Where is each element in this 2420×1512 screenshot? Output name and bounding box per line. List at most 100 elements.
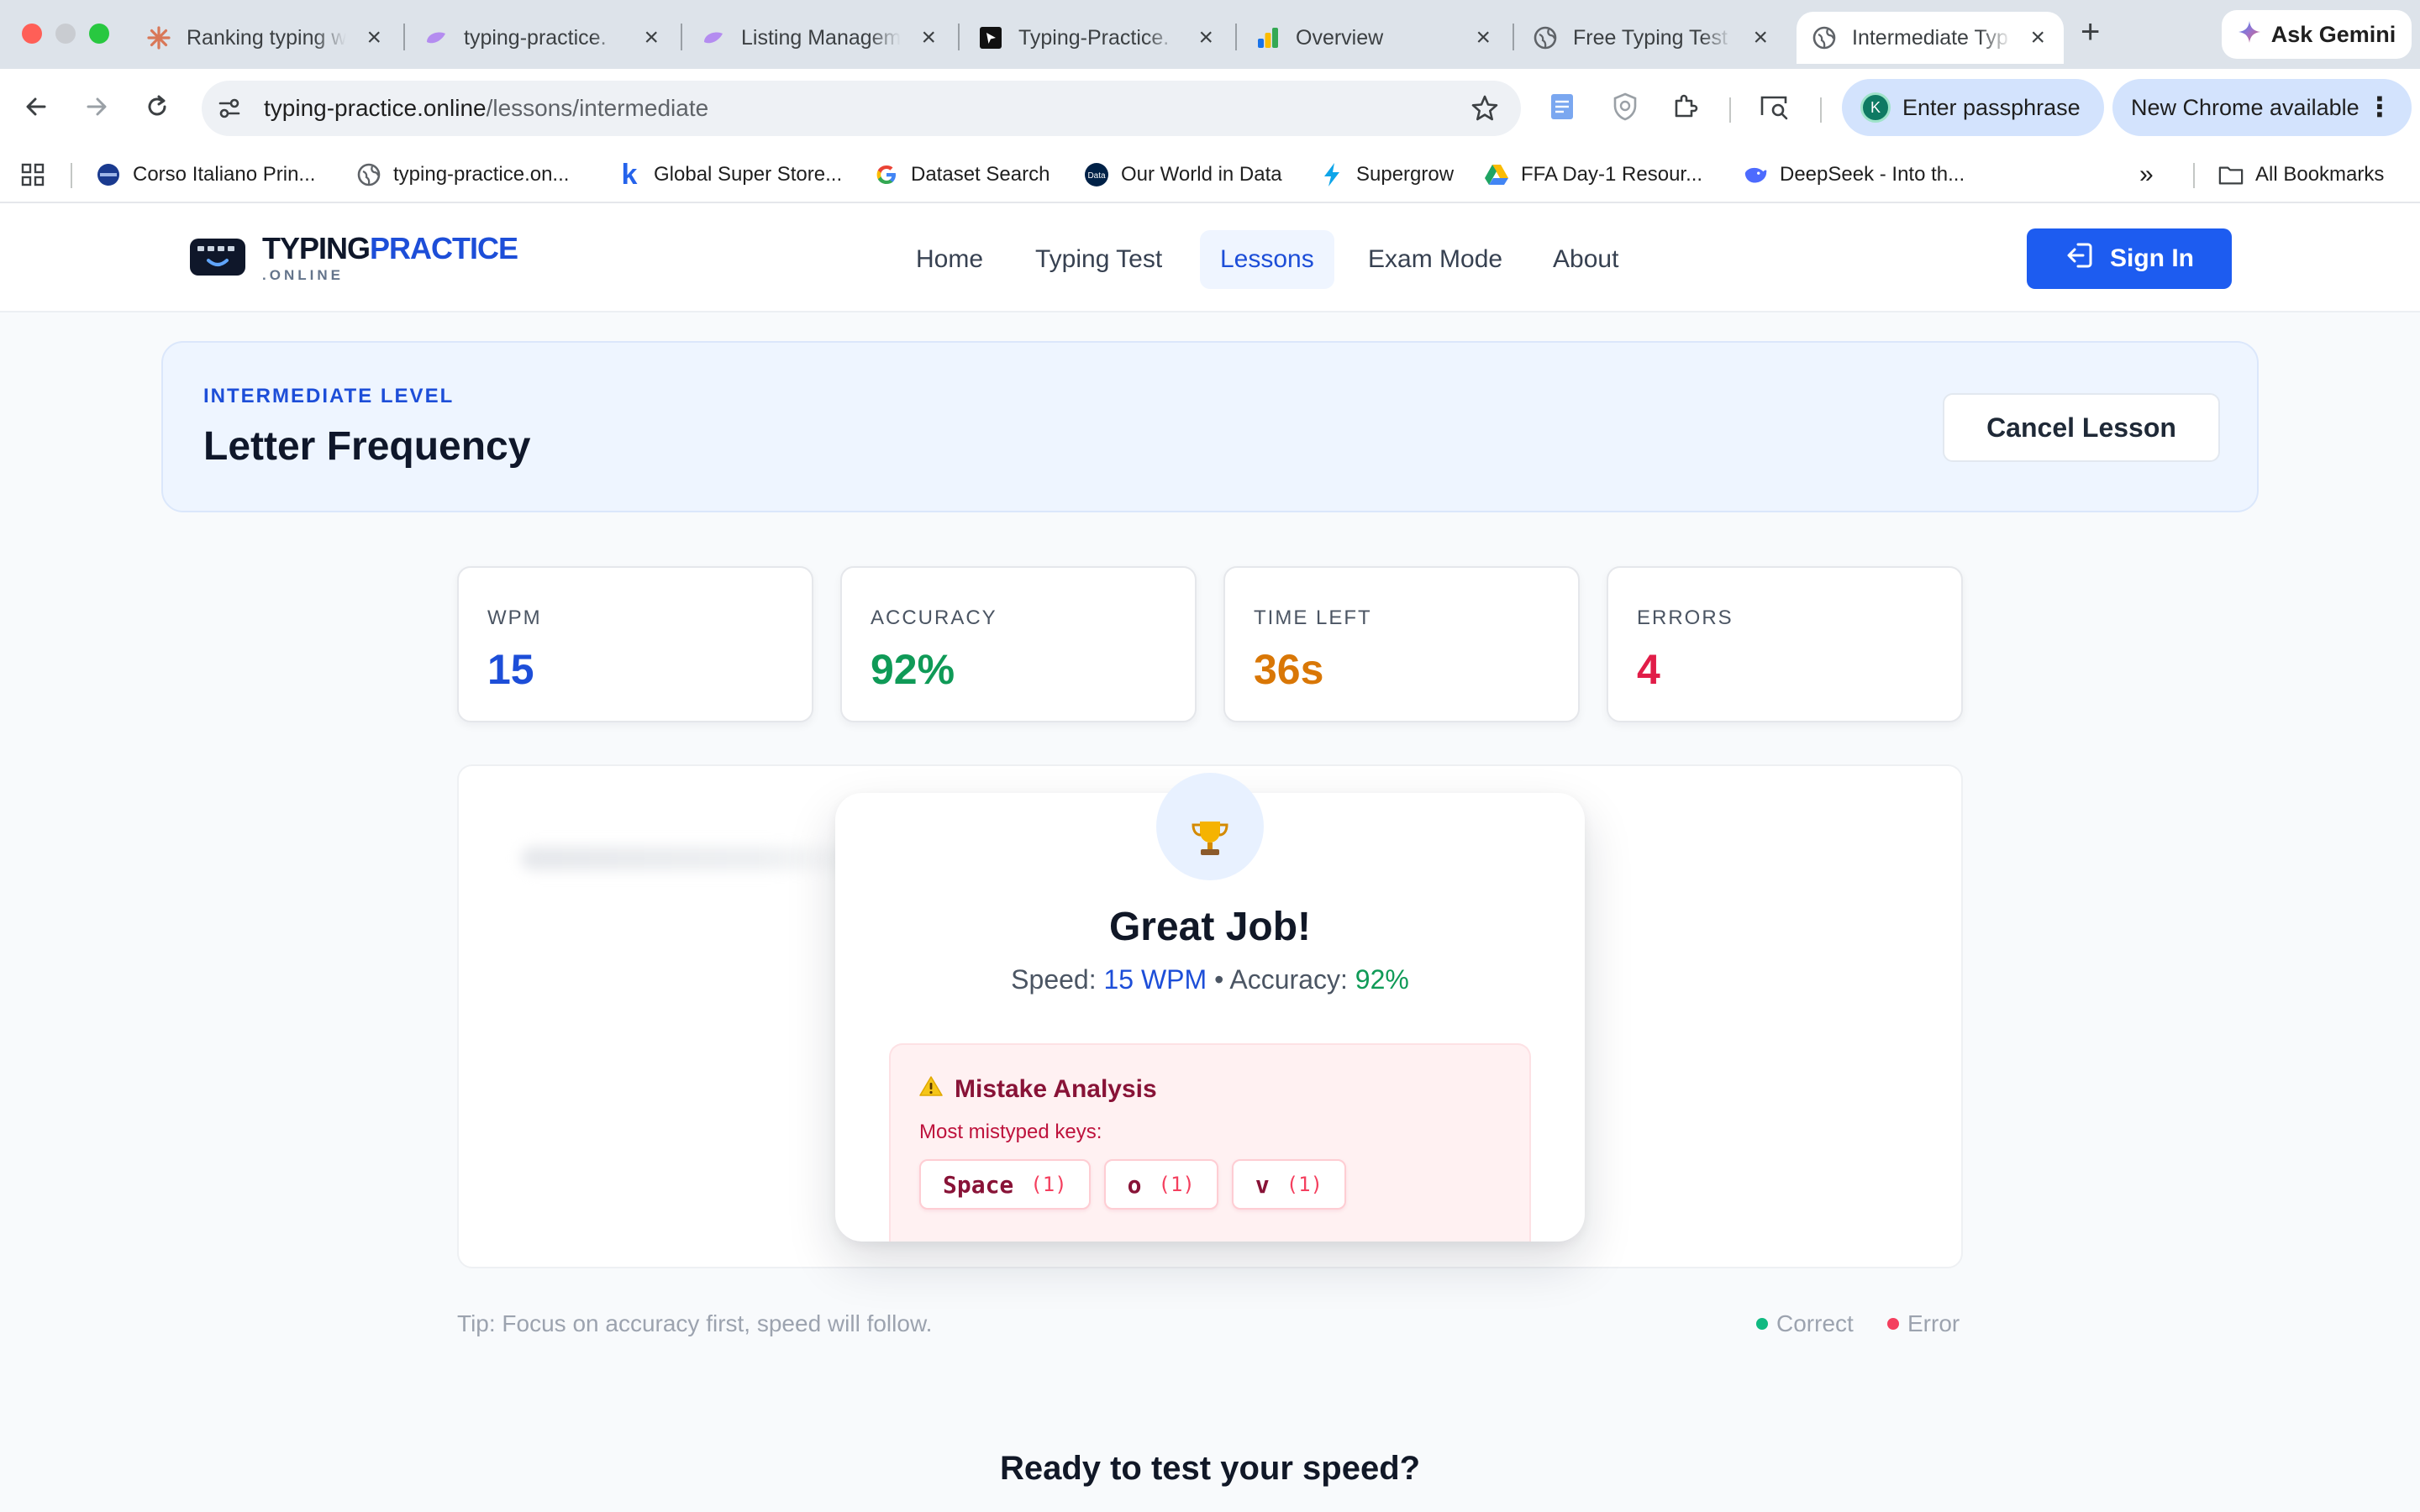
forward-arrow-icon[interactable] xyxy=(77,87,116,126)
tab-close-icon[interactable]: × xyxy=(366,24,381,52)
drive-icon xyxy=(1484,162,1509,187)
mistake-analysis-subtitle: Most mistyped keys: xyxy=(919,1121,1102,1143)
ready-heading: Ready to test your speed? xyxy=(999,1450,1421,1487)
k-icon: k xyxy=(621,158,638,191)
tab-close-icon[interactable]: × xyxy=(1476,24,1491,52)
globe-icon xyxy=(1533,25,1558,50)
site-logo[interactable]: TYPINGPRACTICE .ONLINE xyxy=(188,234,518,284)
bookmark-1[interactable]: Corso Italiano Prin... xyxy=(96,160,315,190)
blurred-lesson-text xyxy=(521,847,874,870)
logo-text-practice: PRACTICE xyxy=(370,231,518,265)
folder-icon xyxy=(2218,162,2244,187)
bookmark-2[interactable]: typing-practice.on... xyxy=(356,160,569,190)
cancel-lesson-button[interactable]: Cancel Lesson xyxy=(1943,393,2220,462)
cursor-icon xyxy=(978,25,1003,50)
tab-search-icon[interactable] xyxy=(1756,86,1793,128)
mistyped-keys-list: Space (1) o (1) v (1) xyxy=(919,1159,1347,1210)
ask-gemini-button[interactable]: Ask Gemini xyxy=(2222,10,2412,59)
lovable-icon xyxy=(701,25,726,50)
reload-icon[interactable] xyxy=(138,87,176,126)
nav-exam-mode[interactable]: Exam Mode xyxy=(1348,230,1523,289)
url-host: typing-practice.online xyxy=(264,95,487,121)
keyboard-logo-icon xyxy=(188,235,247,283)
browser-tab-1[interactable]: Ranking typing w × xyxy=(131,12,400,64)
site-settings-icon[interactable] xyxy=(217,96,242,127)
browser-tab-4[interactable]: Typing-Practice. × xyxy=(963,12,1232,64)
chrome-update-button[interactable]: New Chrome available ⋮ xyxy=(2112,79,2412,136)
site-header: TYPINGPRACTICE .ONLINE Home Typing Test … xyxy=(0,203,2420,312)
stat-value: 92% xyxy=(871,646,955,693)
tab-close-icon[interactable]: × xyxy=(1198,24,1213,52)
tab-close-icon[interactable]: × xyxy=(644,24,659,52)
profile-avatar: K xyxy=(1860,92,1891,123)
gemini-sparkle-icon xyxy=(2238,20,2261,50)
stat-card-wpm: WPM 15 xyxy=(457,566,813,722)
bookmark-5[interactable]: Data Our World in Data xyxy=(1084,160,1282,190)
bookmark-7[interactable]: FFA Day-1 Resour... xyxy=(1484,160,1702,190)
apps-grid-icon[interactable] xyxy=(20,160,45,190)
maximize-window-icon[interactable] xyxy=(89,24,109,44)
sign-in-button[interactable]: Sign In xyxy=(2027,228,2232,289)
nav-lessons[interactable]: Lessons xyxy=(1200,230,1334,289)
bookmark-6[interactable]: Supergrow xyxy=(1319,160,1454,190)
result-accuracy: 92% xyxy=(1355,964,1409,995)
tab-close-icon[interactable]: × xyxy=(1753,24,1768,52)
nav-about[interactable]: About xyxy=(1533,230,1639,289)
more-bookmarks-chevron-icon[interactable]: » xyxy=(2139,160,2154,190)
browser-tab-5[interactable]: Overview × xyxy=(1240,12,1509,64)
lesson-banner: INTERMEDIATE LEVEL Letter Frequency Canc… xyxy=(161,341,2259,512)
mistake-analysis-title: Mistake Analysis xyxy=(955,1075,1157,1103)
legend-correct: Correct xyxy=(1756,1310,1854,1337)
legend-error: Error xyxy=(1887,1310,1960,1337)
browser-tab-strip: Ranking typing w × typing-practice. × Li… xyxy=(0,0,2420,69)
stat-card-errors: ERRORS 4 xyxy=(1607,566,1963,722)
url-path: /lessons/intermediate xyxy=(486,95,709,121)
result-summary: Speed: 15 WPM • Accuracy: 92% xyxy=(1011,964,1409,995)
address-bar[interactable]: typing-practice.online/lessons/intermedi… xyxy=(202,81,1521,136)
bookmarks-bar: Corso Italiano Prin... typing-practice.o… xyxy=(0,146,2420,203)
nav-home[interactable]: Home xyxy=(896,230,1003,289)
more-menu-icon[interactable]: ⋮ xyxy=(2366,91,2393,123)
tab-close-icon[interactable]: × xyxy=(2030,24,2045,52)
result-modal: Great Job! Speed: 15 WPM • Accuracy: 92%… xyxy=(835,773,1585,1242)
passphrase-button[interactable]: K Enter passphrase xyxy=(1842,79,2104,136)
minimize-window-icon[interactable] xyxy=(55,24,76,44)
browser-tab-2[interactable]: typing-practice. × xyxy=(408,12,677,64)
sign-in-icon xyxy=(2065,240,2095,277)
extensions-puzzle-icon[interactable] xyxy=(1667,86,1704,128)
bookmark-3[interactable]: k Global Super Store... xyxy=(617,158,843,191)
stat-value: 4 xyxy=(1637,646,1660,693)
back-arrow-icon[interactable] xyxy=(17,87,55,126)
new-tab-button[interactable]: + xyxy=(2081,13,2100,51)
shield-extension-icon[interactable] xyxy=(1607,86,1644,128)
mistyped-key-chip: o (1) xyxy=(1103,1159,1218,1210)
all-bookmarks-button[interactable]: All Bookmarks xyxy=(2218,160,2384,190)
globe-icon xyxy=(356,162,381,187)
tab-close-icon[interactable]: × xyxy=(921,24,936,52)
lesson-level: INTERMEDIATE LEVEL xyxy=(203,385,455,407)
browser-tab-3[interactable]: Listing Managem × xyxy=(686,12,955,64)
browser-tab-active[interactable]: Intermediate Typ × xyxy=(1797,12,2064,64)
bookmark-star-icon[interactable] xyxy=(1470,94,1499,129)
logo-subtitle: .ONLINE xyxy=(262,267,344,283)
analytics-icon xyxy=(1255,25,1281,50)
globe-icon xyxy=(1812,25,1837,50)
close-window-icon[interactable] xyxy=(22,24,42,44)
bookmark-4[interactable]: Dataset Search xyxy=(874,160,1050,190)
typing-tip: Tip: Focus on accuracy first, speed will… xyxy=(457,1310,933,1336)
browser-tab-6[interactable]: Free Typing Test × xyxy=(1518,12,1786,64)
bolt-icon xyxy=(1319,162,1344,187)
stat-card-accuracy: ACCURACY 92% xyxy=(840,566,1197,722)
result-speed: 15 WPM xyxy=(1103,964,1207,995)
svg-text:Data: Data xyxy=(1087,171,1106,181)
error-dot-icon xyxy=(1887,1318,1899,1330)
trophy-icon xyxy=(1156,773,1264,880)
stat-card-time-left: TIME LEFT 36s xyxy=(1223,566,1580,722)
notes-extension-icon[interactable] xyxy=(1544,86,1581,128)
bookmark-8[interactable]: DeepSeek - Into th... xyxy=(1743,160,1965,190)
mistake-analysis-panel: Mistake Analysis Most mistyped keys: Spa… xyxy=(889,1043,1531,1242)
nav-typing-test[interactable]: Typing Test xyxy=(1015,230,1182,289)
browser-toolbar: typing-practice.online/lessons/intermedi… xyxy=(0,69,2420,146)
claude-burst-icon xyxy=(146,25,171,50)
lesson-title: Letter Frequency xyxy=(203,424,531,469)
